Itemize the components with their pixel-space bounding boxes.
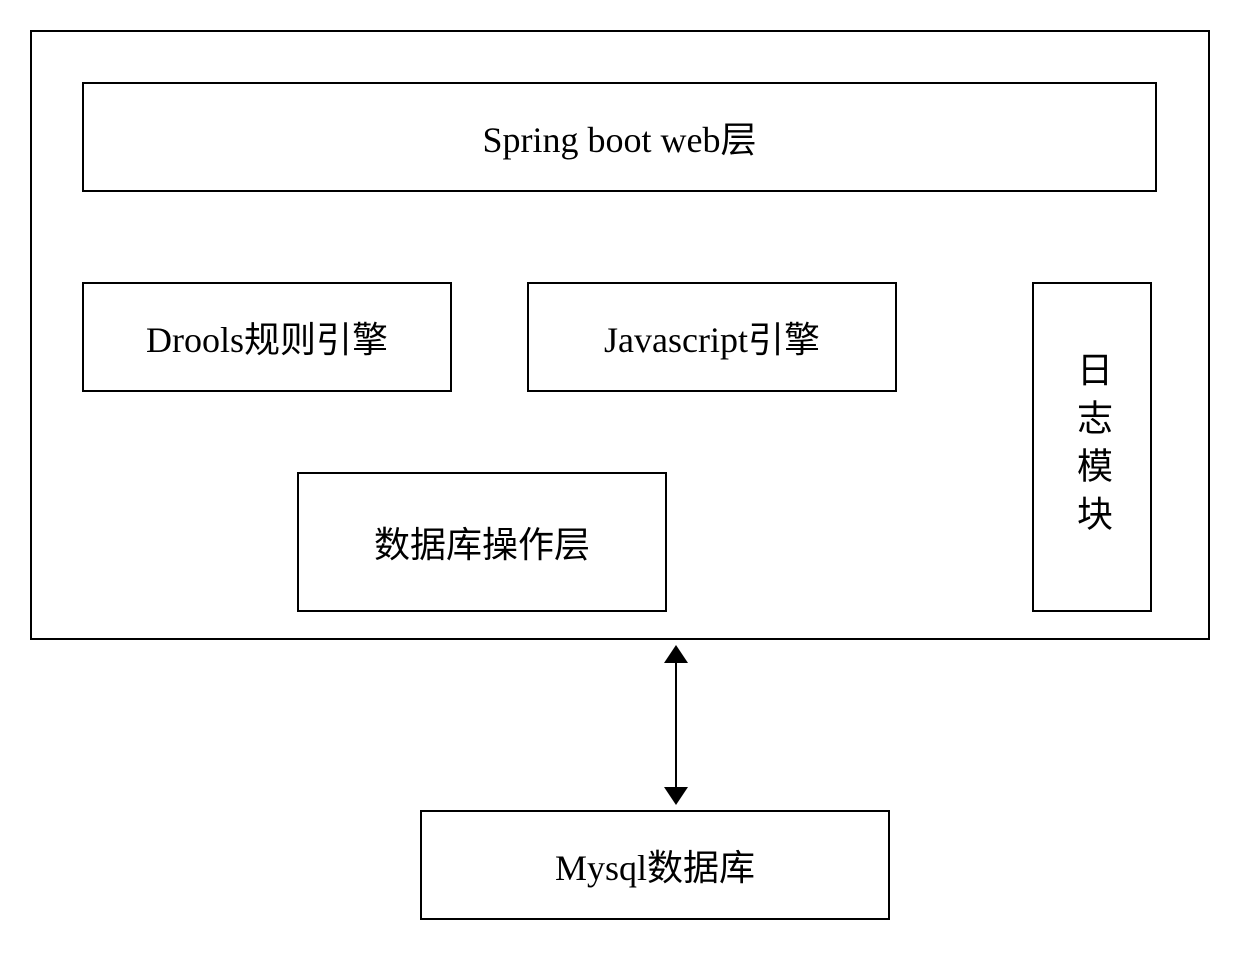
arrow-line [675, 657, 677, 793]
arrow-down-icon [664, 787, 688, 805]
drools-engine-box: Drools规则引擎 [82, 282, 452, 392]
bidirectional-arrow [656, 645, 696, 805]
drools-label: Drools规则引擎 [146, 311, 388, 363]
log-module-label: 日志模块 [1066, 351, 1118, 543]
javascript-label: Javascript引擎 [604, 311, 820, 363]
db-layer-label: 数据库操作层 [374, 516, 590, 568]
log-module-box: 日志模块 [1032, 282, 1152, 612]
javascript-engine-box: Javascript引擎 [527, 282, 897, 392]
architecture-container: Spring boot web层 Drools规则引擎 Javascript引擎… [30, 30, 1210, 640]
db-operation-layer-box: 数据库操作层 [297, 472, 667, 612]
mysql-database-box: Mysql数据库 [420, 810, 890, 920]
mysql-label: Mysql数据库 [555, 839, 755, 891]
web-layer-label: Spring boot web层 [483, 111, 757, 163]
web-layer-box: Spring boot web层 [82, 82, 1157, 192]
